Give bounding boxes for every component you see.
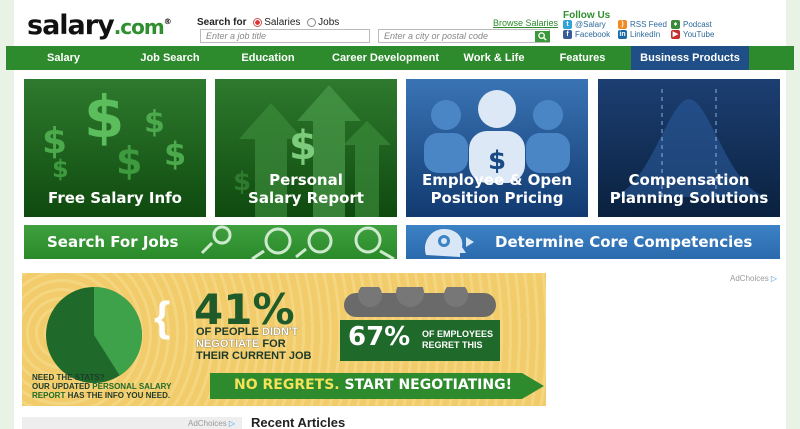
tile-label: Compensation Planning Solutions — [598, 171, 780, 207]
nav-education[interactable]: Education — [219, 46, 317, 70]
salary-logo[interactable]: salary.com® — [27, 10, 172, 41]
radio-salaries[interactable] — [253, 17, 263, 27]
bar-label: Determine Core Competencies — [495, 233, 753, 251]
youtube-icon: ▶ — [671, 30, 680, 40]
nav-features[interactable]: Features — [534, 46, 631, 70]
stat-41-line1a: OF PEOPLE — [196, 326, 263, 338]
search-go-button[interactable] — [535, 31, 550, 42]
search-icon — [538, 32, 547, 41]
rss-icon: ) — [618, 20, 627, 30]
stat-67-percent: 67% — [348, 322, 411, 352]
tile-label-line1: Personal — [269, 171, 343, 189]
stat-41-line2: NEGOTIATE FOR — [196, 338, 286, 350]
adchoices-link-right[interactable]: AdChoices ▷ — [730, 274, 777, 283]
nav-job-search[interactable]: Job Search — [121, 46, 219, 70]
tile-compensation-planning[interactable]: Compensation Planning Solutions — [598, 79, 780, 217]
nav-business-products[interactable]: Business Products — [631, 46, 749, 70]
tile-label-line2: Planning Solutions — [609, 189, 769, 207]
need-stats-line2a: OUR UPDATED — [32, 382, 93, 391]
dollar-icon: $ — [164, 135, 187, 173]
facebook-label: Facebook — [575, 30, 611, 39]
negotiation-promo-banner[interactable]: { 41% OF PEOPLE DIDN'T NEGOTIATE FOR THE… — [22, 273, 546, 406]
logo-com: .com — [113, 15, 165, 39]
twitter-label: @Salary — [575, 20, 606, 29]
tile-label-line2: Position Pricing — [430, 189, 564, 207]
cta-text-a: NO REGRETS. — [234, 377, 345, 393]
need-stats-line3a: REPORT — [32, 391, 66, 400]
twitter-link[interactable]: t @Salary — [563, 20, 606, 30]
rss-label: RSS Feed — [630, 20, 667, 29]
need-stats-line3b: HAS THE INFO YOU NEED. — [65, 391, 171, 400]
dollar-icon: $ — [116, 139, 143, 183]
stat-41-line3: THEIR CURRENT JOB — [196, 350, 312, 362]
radio-jobs[interactable] — [307, 17, 317, 27]
search-for-jobs-bar[interactable]: Search For Jobs — [24, 225, 397, 259]
adchoices-label: AdChoices — [188, 419, 227, 428]
need-stats-line2b: PERSONAL SALARY — [92, 382, 172, 391]
head-gears-icon — [424, 229, 474, 257]
dollar-icon: $ — [52, 155, 69, 183]
job-title-input[interactable]: Enter a job title — [200, 29, 370, 43]
city-input[interactable]: Enter a city or postal code — [378, 29, 550, 43]
adchoices-icon: ▷ — [770, 274, 778, 283]
nav-work-life[interactable]: Work & Life — [454, 46, 534, 70]
adchoices-label: AdChoices — [730, 274, 769, 283]
radio-salaries-label: Salaries — [264, 17, 301, 28]
youtube-label: YouTube — [683, 30, 715, 39]
tile-personal-salary-report[interactable]: $ $ Personal Salary Report — [215, 79, 397, 217]
tile-label-line1: Compensation — [628, 171, 750, 189]
tile-free-salary-info[interactable]: $ $ $ $ $ $ Free Salary Info — [24, 79, 206, 217]
logo-text: salary — [27, 10, 115, 41]
youtube-link[interactable]: ▶ YouTube — [671, 30, 715, 40]
twitter-icon: t — [563, 20, 572, 30]
dollar-icon: $ — [289, 123, 317, 169]
cta-text-b: START NEGOTIATING! — [344, 377, 513, 393]
pie-chart-41-percent — [46, 287, 143, 383]
tile-employee-position-pricing[interactable]: $ Employee & Open Position Pricing — [406, 79, 588, 217]
stat-67-line1: OF EMPLOYEES — [422, 329, 494, 339]
need-stats-line1: NEED THE STATS? — [32, 373, 105, 382]
logo-reg: ® — [163, 17, 172, 26]
tile-label: Free Salary Info — [48, 189, 182, 207]
adchoices-icon: ▷ — [228, 419, 236, 428]
adchoices-link-bottom[interactable]: AdChoices ▷ — [188, 419, 235, 428]
tile-label: Employee & Open Position Pricing — [406, 171, 588, 207]
stat-41-line2b: FOR — [259, 338, 286, 350]
rss-link[interactable]: ) RSS Feed — [618, 20, 667, 30]
stat-41-line2a: NEGOTIATE — [196, 338, 260, 350]
podcast-icon: ♦ — [671, 20, 680, 30]
linkedin-link[interactable]: in LinkedIn — [618, 30, 661, 40]
nav-salary[interactable]: Salary — [6, 46, 121, 70]
brace-icon: { — [154, 293, 171, 340]
facebook-link[interactable]: f Facebook — [563, 30, 611, 40]
podcast-link[interactable]: ♦ Podcast — [671, 20, 712, 30]
search-for-group: Search for Salaries Jobs — [197, 17, 339, 28]
regret-box: 67% OF EMPLOYEES REGRET THIS — [340, 320, 500, 361]
podcast-label: Podcast — [683, 20, 712, 29]
stat-41-line1b: DIDN'T — [262, 326, 299, 338]
tile-label-line1: Employee & Open — [421, 171, 573, 189]
facebook-icon: f — [563, 30, 572, 40]
main-nav: Salary Job Search Education Career Devel… — [6, 46, 794, 70]
cta-text[interactable]: NO REGRETS. START NEGOTIATING! — [234, 377, 512, 393]
page: salary.com® Search for Salaries Jobs Ent… — [6, 0, 794, 429]
search-for-label: Search for — [197, 17, 247, 28]
bar-label: Search For Jobs — [47, 233, 179, 251]
stat-67-line2: REGRET THIS — [422, 340, 483, 350]
need-stats-line2: OUR UPDATED PERSONAL SALARY — [32, 382, 171, 391]
tile-label: Personal Salary Report — [215, 171, 397, 207]
stat-41-line1: OF PEOPLE DIDN'T — [196, 326, 298, 338]
determine-competencies-bar[interactable]: Determine Core Competencies — [406, 225, 780, 259]
dollar-icon: $ — [144, 105, 165, 140]
recent-articles-heading: Recent Articles — [251, 415, 346, 429]
linkedin-label: LinkedIn — [630, 30, 661, 39]
tile-label-line2: Salary Report — [248, 189, 364, 207]
nav-career-development[interactable]: Career Development — [317, 46, 454, 70]
browse-salaries-link[interactable]: Browse Salaries — [493, 18, 558, 28]
linkedin-icon: in — [618, 30, 627, 40]
radio-jobs-label: Jobs — [318, 17, 340, 28]
need-stats-line3: REPORT HAS THE INFO YOU NEED. — [32, 391, 170, 400]
magnifier-icons — [200, 225, 395, 259]
